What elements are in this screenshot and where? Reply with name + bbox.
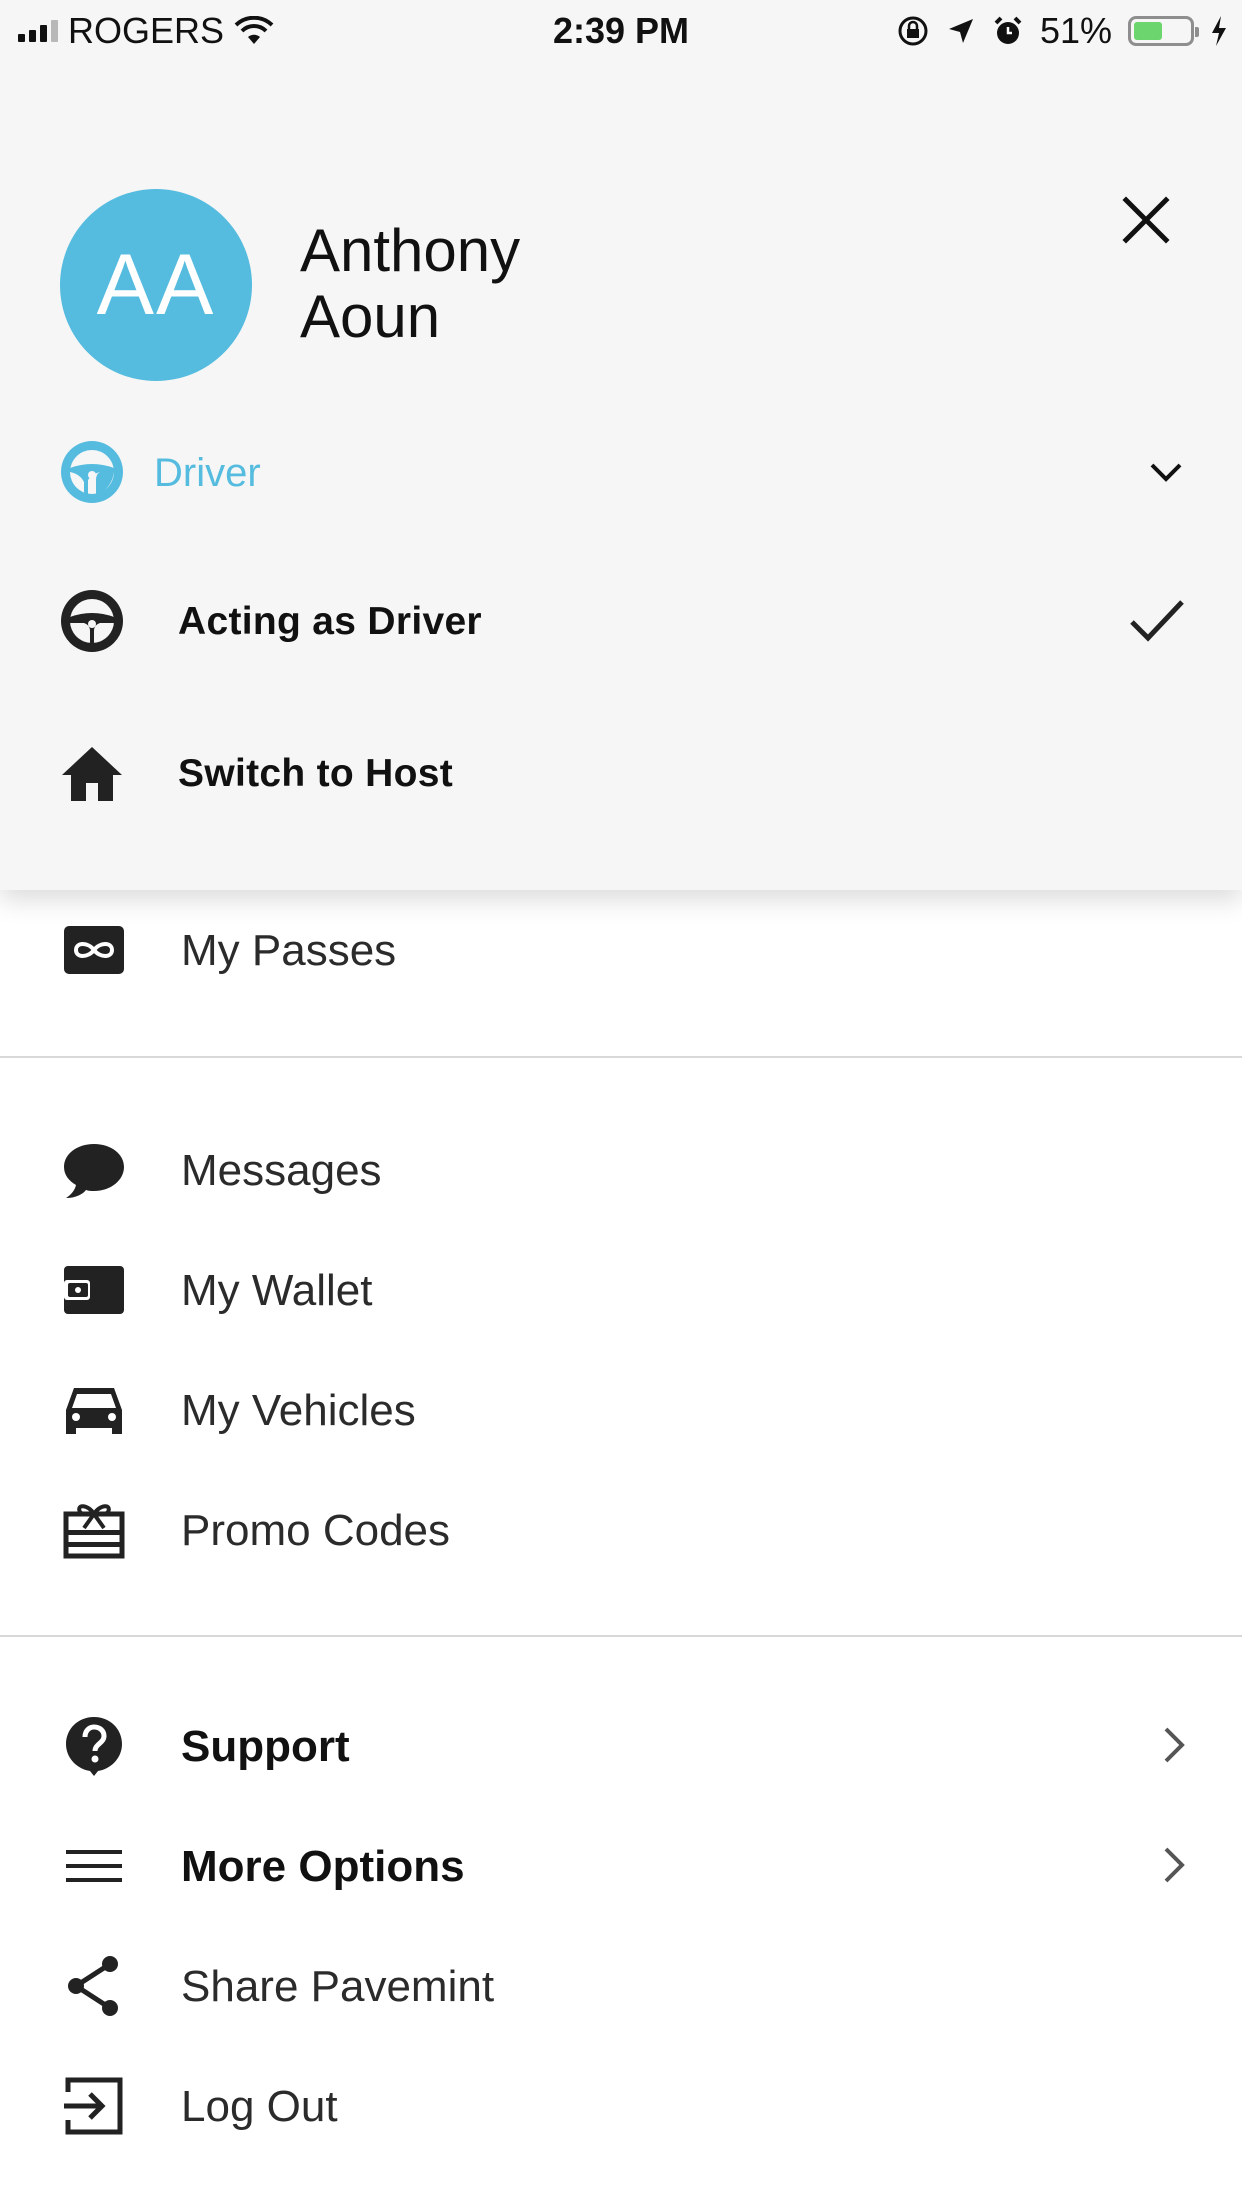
menu-label-promo-codes: Promo Codes <box>181 1506 451 1555</box>
status-bar: ROGERS 2:39 PM 51% <box>0 0 1242 62</box>
menu-label-share-pavemint: Share Pavemint <box>181 1962 495 2011</box>
menu-item-share-pavemint[interactable]: Share Pavemint <box>0 1929 1242 2039</box>
menu-label-more-options: More Options <box>181 1842 465 1891</box>
profile-panel: AA Anthony Aoun Driver Acting as Driver <box>0 0 1242 890</box>
alarm-icon <box>994 16 1022 44</box>
battery-percent: 51% <box>1039 10 1112 51</box>
menu-label-my-vehicles: My Vehicles <box>181 1386 416 1435</box>
menu-label-my-wallet: My Wallet <box>181 1266 373 1315</box>
checkmark-icon <box>1130 600 1184 642</box>
orientation-lock-icon <box>898 16 928 46</box>
switch-to-host-option[interactable]: Switch to Host <box>56 732 1186 812</box>
location-arrow-icon <box>948 19 973 43</box>
menu-label-messages: Messages <box>181 1146 382 1195</box>
log-out-icon <box>64 2077 123 2135</box>
battery-level-fill <box>1134 22 1162 40</box>
wallet-icon <box>64 1266 124 1314</box>
menu-divider <box>0 1635 1242 1637</box>
menu-label-log-out: Log Out <box>181 2082 338 2131</box>
gift-card-icon <box>63 1504 125 1559</box>
hamburger-menu-icon <box>66 1850 122 1882</box>
user-name: Anthony Aoun <box>300 218 780 350</box>
steering-wheel-icon <box>61 590 123 652</box>
menu-item-promo-codes[interactable]: Promo Codes <box>0 1473 1242 1583</box>
close-icon[interactable] <box>1116 190 1176 250</box>
chevron-down-icon <box>1150 463 1182 482</box>
menu-label-support: Support <box>181 1722 350 1771</box>
menu-item-more-options[interactable]: More Options <box>0 1809 1242 1919</box>
menu-item-my-passes[interactable]: My Passes <box>0 893 1242 1003</box>
infinity-pass-icon <box>64 926 124 974</box>
menu-divider <box>0 1056 1242 1058</box>
user-first-name: Anthony <box>300 217 521 284</box>
switch-to-host-label: Switch to Host <box>178 752 454 795</box>
role-selector[interactable]: Driver <box>56 438 1186 506</box>
menu-label-my-passes: My Passes <box>181 926 397 975</box>
car-icon <box>66 1388 122 1434</box>
home-icon <box>62 747 122 801</box>
menu-item-log-out[interactable]: Log Out <box>0 2049 1242 2159</box>
acting-as-driver-label: Acting as Driver <box>178 600 482 643</box>
user-last-name: Aoun <box>300 283 441 350</box>
chevron-right-icon <box>1164 1727 1185 1763</box>
charging-bolt-icon <box>1212 16 1226 46</box>
steering-wheel-icon <box>61 441 123 503</box>
chevron-right-icon <box>1164 1847 1185 1883</box>
battery-icon <box>1128 16 1199 46</box>
menu-item-my-wallet[interactable]: My Wallet <box>0 1233 1242 1343</box>
menu-item-support[interactable]: Support <box>0 1689 1242 1799</box>
avatar: AA <box>60 189 252 381</box>
chat-bubble-icon <box>64 1144 124 1198</box>
current-role-label: Driver <box>154 451 261 495</box>
help-icon <box>66 1717 122 1776</box>
acting-as-driver-option[interactable]: Acting as Driver <box>56 580 1186 660</box>
avatar-initials: AA <box>96 236 216 333</box>
menu-item-messages[interactable]: Messages <box>0 1113 1242 1223</box>
share-icon <box>68 1956 118 2016</box>
menu-item-my-vehicles[interactable]: My Vehicles <box>0 1353 1242 1463</box>
